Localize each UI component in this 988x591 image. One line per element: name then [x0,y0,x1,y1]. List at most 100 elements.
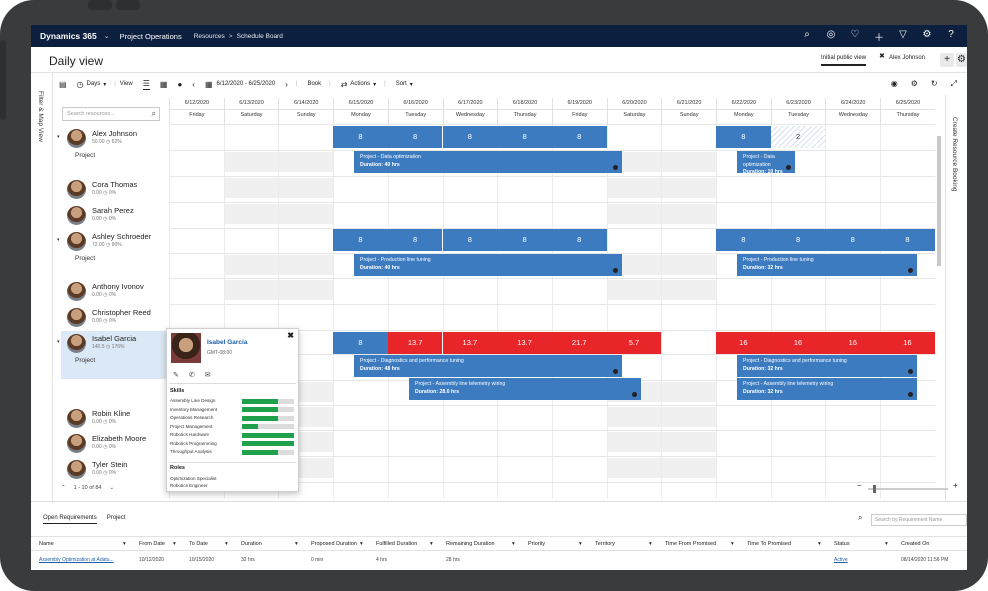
search-icon[interactable]: ⌕ [795,29,819,44]
day-header[interactable]: 6/23/2020 Tuesday [770,98,826,124]
grid-view-icon[interactable]: ▦ [160,80,168,89]
eye-icon[interactable]: ◉ [891,79,898,89]
expand-icon[interactable]: ▾ [57,237,60,243]
next-icon[interactable]: › [285,80,288,89]
booking-bar[interactable]: Project - Diagnostics and performance tu… [354,355,622,377]
close-tab-icon[interactable]: ✖ [879,52,885,60]
resource-row[interactable]: Sarah Perez 0.00 ◷ 0% [61,203,166,227]
capacity-cell[interactable]: 8 [880,229,935,251]
column-header[interactable]: From Date ▾ [139,541,176,547]
column-menu-icon[interactable]: ▾ [173,541,176,547]
breadcrumb-resources[interactable]: Resources [194,33,225,40]
requirement-search-input[interactable]: Search by Requirement Name [871,514,967,526]
capacity-cell[interactable]: 8 [551,229,607,251]
capacity-cell[interactable]: 13.7 [387,332,443,354]
table-cell[interactable]: Assembly Optimization at Adatu... [39,557,114,563]
day-header[interactable]: 6/12/2020 Friday [169,98,224,124]
avatar[interactable] [67,334,86,353]
day-column[interactable] [333,124,388,499]
resource-name[interactable]: Robin Kline [92,409,130,418]
booking-bar[interactable]: Project - Data optimization Duration: 10 … [737,151,795,175]
column-header[interactable]: Created On [901,541,929,547]
column-menu-icon[interactable]: ▾ [430,541,433,547]
day-header[interactable]: 6/17/2020 Wednesday [442,98,498,124]
capacity-cell[interactable]: 8 [333,126,388,148]
popover-name[interactable]: Isabel Garcia [207,339,247,346]
column-menu-icon[interactable]: ▾ [225,541,228,547]
capacity-cell[interactable]: 13.7 [497,332,552,354]
filter-icon[interactable]: ▽ [891,29,915,44]
booking-bar[interactable]: Project - Assembly line telemetry wiring… [409,378,641,400]
chat-icon[interactable]: ✎ [173,371,179,379]
resource-name[interactable]: Isabel Garcia [92,334,136,343]
day-header[interactable]: 6/16/2020 Tuesday [387,98,443,124]
capacity-cell[interactable]: 8 [387,229,443,251]
zoom-out-icon[interactable]: − [857,481,862,490]
capacity-cell[interactable]: 13.7 [442,332,498,354]
capacity-cell[interactable]: 21.7 [551,332,607,354]
actions-dropdown[interactable]: ⇄ Actions ▾ [341,80,376,89]
column-menu-icon[interactable]: ▾ [295,541,298,547]
resource-name[interactable]: Tyler Stein [92,460,127,469]
resource-name[interactable]: Anthony Ivonov [92,282,144,291]
avatar[interactable] [67,308,86,327]
table-cell[interactable]: Active [834,557,848,563]
column-menu-icon[interactable]: ▾ [123,541,126,547]
search-icon[interactable]: ⌕ [152,109,156,119]
expand-icon[interactable]: ⤢ [951,79,957,89]
gear-icon[interactable]: ⚙ [911,79,918,89]
zoom-track[interactable] [868,488,948,490]
day-header[interactable]: 6/14/2020 Sunday [278,98,334,124]
scrollbar-thumb[interactable] [937,136,941,266]
day-column[interactable] [716,124,771,499]
page-up-icon[interactable]: ⌃ [61,485,66,491]
resource-name[interactable]: Elizabeth Moore [92,434,146,443]
capacity-cell[interactable]: 8 [442,126,498,148]
capacity-cell[interactable]: 16 [880,332,935,354]
resource-row[interactable]: Tyler Stein 0.00 ◷ 0% [61,457,166,481]
tab-open-requirements[interactable]: Open Requirements [43,515,97,524]
day-header[interactable]: 6/22/2020 Monday [716,98,771,124]
capacity-cell[interactable]: 8 [770,229,826,251]
table-row[interactable]: Assembly Optimization at Adatu... 10/12/2… [31,554,967,566]
help-icon[interactable]: ? [939,29,963,44]
page-down-icon[interactable]: ⌄ [109,485,114,491]
resource-row[interactable]: Elizabeth Moore 0.00 ◷ 0% [61,431,166,455]
day-header[interactable]: 6/15/2020 Monday [333,98,388,124]
plus-icon[interactable]: ＋ [867,29,891,44]
resource-row[interactable]: Anthony Ivonov 0.00 ◷ 0% [61,279,166,303]
resource-row[interactable]: Cora Thomas 0.00 ◷ 0% [61,177,166,201]
resource-row[interactable]: Robin Kline 0.00 ◷ 0% [61,406,166,430]
create-booking-rail[interactable]: Create Resource Booking [945,95,967,501]
day-header[interactable]: 6/21/2020 Sunday [661,98,716,124]
column-menu-icon[interactable]: ▾ [579,541,582,547]
column-header[interactable]: To Date ▾ [189,541,228,547]
day-header[interactable]: 6/18/2020 Thursday [497,98,552,124]
booking-bar[interactable]: Project - Diagnostics and performance tu… [737,355,917,377]
breadcrumb-schedule-board[interactable]: Schedule Board [237,33,283,40]
column-menu-icon[interactable]: ▾ [512,541,515,547]
book-button[interactable]: Book [307,81,321,87]
day-header[interactable]: 6/25/2020 Thursday [880,98,935,124]
sort-dropdown[interactable]: Sort ▾ [396,81,413,88]
expand-icon[interactable]: ▾ [57,134,60,140]
column-header[interactable]: Territory ▾ [595,541,652,547]
column-header[interactable]: Priority ▾ [528,541,582,547]
lightbulb-icon[interactable]: ♡ [843,29,867,44]
avatar[interactable] [67,434,86,453]
resource-name[interactable]: Ashley Schroeder [92,232,151,241]
columns-icon[interactable]: ▤ [59,80,67,89]
capacity-cell[interactable]: 8 [497,229,552,251]
resource-row[interactable]: ▾ Alex Johnson 50.00 ◷ 62% Project [57,126,166,174]
day-header[interactable]: 6/19/2020 Friday [551,98,607,124]
day-header[interactable]: 6/20/2020 Saturday [606,98,662,124]
resource-name[interactable]: Christopher Reed [92,308,151,317]
date-range[interactable]: 6/12/2020 - 6/25/2020 [217,81,276,87]
capacity-cell[interactable]: 8 [333,332,388,354]
refresh-icon[interactable]: ↻ [931,79,938,89]
resource-name[interactable]: Sarah Perez [92,206,134,215]
filter-map-rail[interactable]: Filter & Map View [31,73,53,503]
day-column[interactable] [551,124,607,499]
previous-icon[interactable]: ‹ [192,80,195,89]
capacity-cell[interactable]: 8 [716,126,771,148]
